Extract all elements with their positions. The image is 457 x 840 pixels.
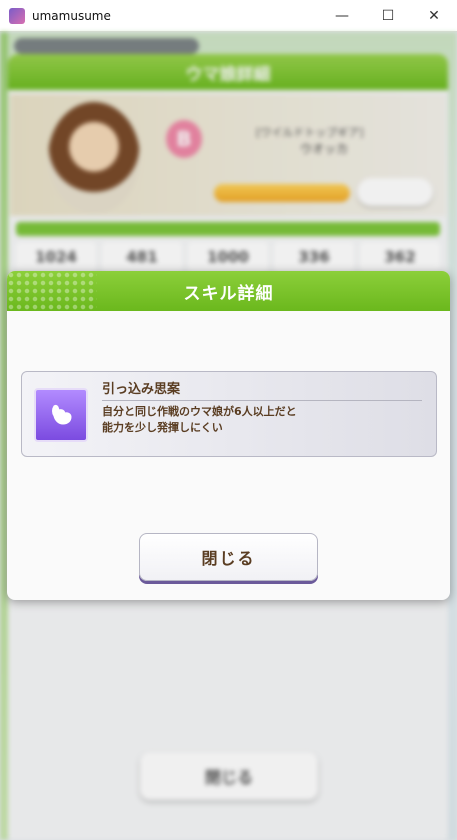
strength-arm-icon bbox=[34, 388, 88, 442]
maximize-button[interactable]: ☐ bbox=[365, 0, 411, 31]
window-controls: — ☐ ✕ bbox=[319, 0, 457, 31]
skill-divider bbox=[102, 400, 422, 401]
close-button[interactable]: 閉じる bbox=[139, 533, 318, 581]
window-title: umamusume bbox=[32, 8, 111, 23]
minimize-button[interactable]: — bbox=[319, 0, 365, 31]
skill-name: 引っ込み思案 bbox=[102, 382, 181, 397]
modal-title: スキル詳細 bbox=[183, 283, 274, 304]
close-window-button[interactable]: ✕ bbox=[411, 0, 457, 31]
window-titlebar: umamusume — ☐ ✕ bbox=[0, 0, 457, 32]
skill-description: 自分と同じ作戦のウマ娘が6人以上だと 能力を少し発揮しにくい bbox=[102, 405, 297, 434]
app-icon bbox=[9, 7, 25, 24]
skill-detail-modal: スキル詳細 引っ込み思案 自分と同じ作戦のウマ娘が6人以上だと 能力を少し発揮し… bbox=[7, 271, 450, 600]
modal-header: スキル詳細 bbox=[7, 271, 450, 311]
skill-card: 引っ込み思案 自分と同じ作戦のウマ娘が6人以上だと 能力を少し発揮しにくい bbox=[21, 371, 437, 457]
